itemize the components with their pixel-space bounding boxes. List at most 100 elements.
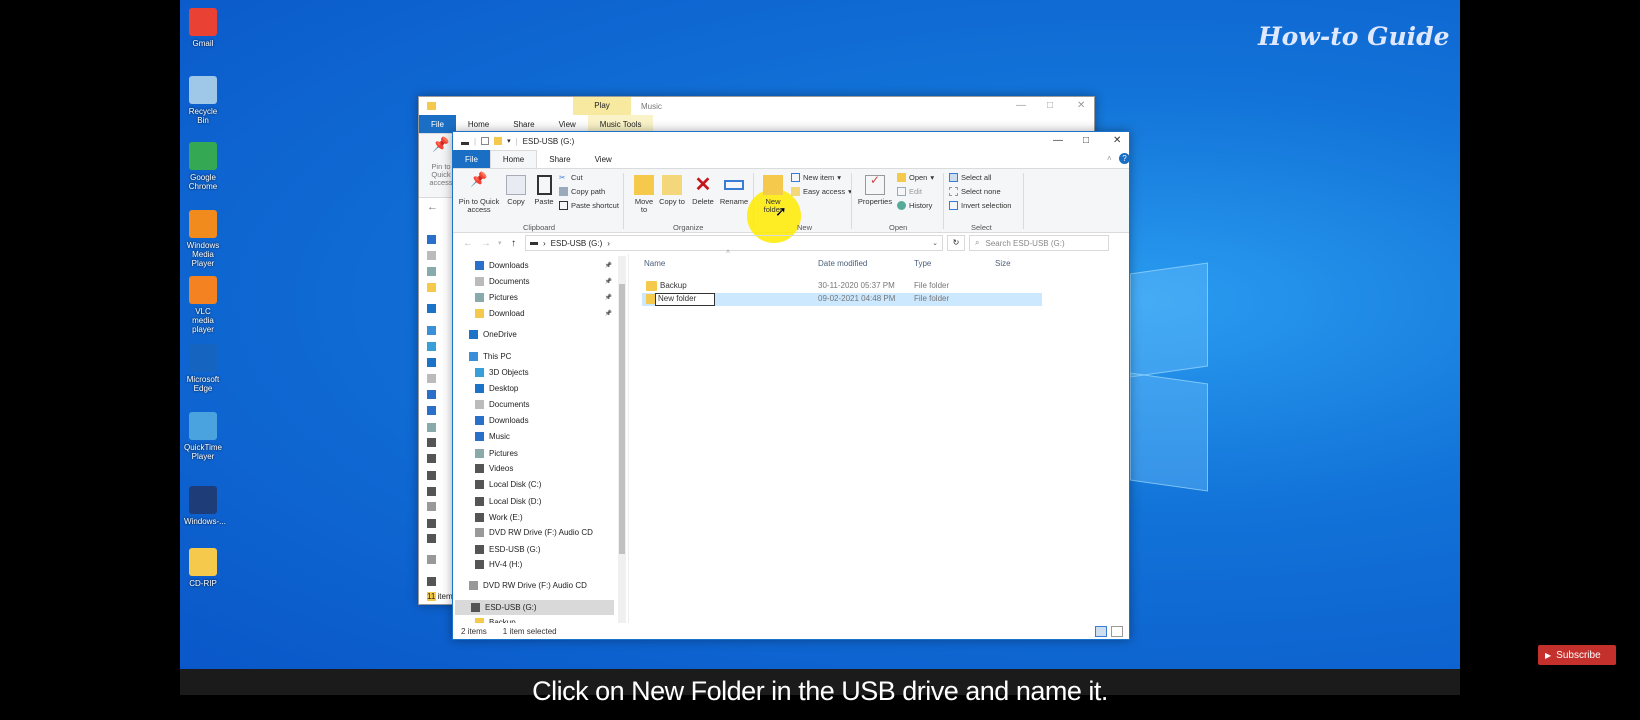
nav-item[interactable]: Videos xyxy=(453,461,614,476)
desktop-icon-cd-rip[interactable]: CD-RIP xyxy=(184,548,222,588)
maximize-button[interactable]: □ xyxy=(1083,135,1089,146)
document-icon xyxy=(427,251,436,260)
nav-item[interactable]: Download 📌 xyxy=(453,306,614,321)
open-button[interactable]: Open ▾ xyxy=(897,173,934,182)
delete-button[interactable]: ✕ Delete xyxy=(689,175,717,206)
tab-file[interactable]: File xyxy=(419,115,456,133)
folder-icon xyxy=(427,102,436,110)
invert-selection-button[interactable]: Invert selection xyxy=(949,201,1011,210)
play-contextual-tab[interactable]: Play xyxy=(573,97,631,115)
nav-item[interactable]: ESD-USB (G:) xyxy=(455,600,614,615)
select-none-button[interactable]: Select none xyxy=(949,187,1001,196)
desktop-icon-microsoft-edge[interactable]: Microsoft Edge xyxy=(184,344,222,393)
select-all-button[interactable]: Select all xyxy=(949,173,991,182)
properties-qat-icon[interactable] xyxy=(481,137,490,145)
cut-button[interactable]: ✂ Cut xyxy=(559,173,583,182)
paste-shortcut-button[interactable]: Paste shortcut xyxy=(559,201,619,210)
folder-icon xyxy=(475,309,484,318)
file-row[interactable]: Backup 30-11-2020 05:37 PM File folder xyxy=(642,280,1042,293)
tab-home[interactable]: Home xyxy=(489,150,538,168)
desktop-icon-vlc-media-player[interactable]: VLC media player xyxy=(184,276,222,334)
desktop-icon-gmail[interactable]: Gmail xyxy=(184,8,222,48)
qat-dropdown-icon[interactable]: ▾ xyxy=(507,137,511,145)
tab-share[interactable]: Share xyxy=(537,150,582,168)
close-button[interactable]: ✕ xyxy=(1077,100,1085,111)
collapse-ribbon-icon[interactable]: ˄ xyxy=(1107,154,1112,163)
desktop-icon-recycle-bin[interactable]: Recycle Bin xyxy=(184,76,222,125)
copy-button[interactable]: Copy xyxy=(503,175,529,206)
close-button[interactable]: ✕ xyxy=(1113,135,1121,146)
nav-item[interactable]: HV-4 (H:) xyxy=(453,557,614,572)
rename-input[interactable]: New folder xyxy=(655,293,715,306)
back-title-bar[interactable]: Play Music — □ ✕ xyxy=(419,97,1094,115)
nav-item[interactable]: Pictures xyxy=(453,446,614,461)
nav-item[interactable]: OneDrive xyxy=(453,327,614,342)
nav-item[interactable]: Local Disk (D:) xyxy=(453,494,614,509)
maximize-button[interactable]: □ xyxy=(1047,100,1053,111)
details-view-icon[interactable] xyxy=(1095,625,1107,637)
pin-to-quick-access-button[interactable]: 📌 Pin to Quick access xyxy=(457,172,501,214)
back-arrow-icon[interactable]: ← xyxy=(463,238,473,249)
desktop-icon-windows[interactable]: Windows-... xyxy=(184,486,226,526)
nav-item[interactable]: Music xyxy=(453,429,614,444)
search-input[interactable]: ⌕ Search ESD-USB (G:) xyxy=(969,235,1109,251)
up-arrow-icon[interactable]: ↑ xyxy=(511,238,516,249)
nav-item[interactable]: Backup xyxy=(453,615,614,623)
nav-item[interactable]: ESD-USB (G:) xyxy=(453,542,614,557)
title-bar[interactable]: | ▾ | ESD-USB (G:) — □ ✕ xyxy=(453,132,1129,150)
minimize-button[interactable]: — xyxy=(1016,100,1026,111)
nav-item[interactable]: Downloads xyxy=(453,413,614,428)
nav-item[interactable]: DVD RW Drive (F:) Audio CD xyxy=(453,525,614,540)
nav-item[interactable]: Documents 📌 xyxy=(453,274,614,289)
recent-dropdown-icon[interactable]: ▾ xyxy=(498,239,502,247)
rename-button[interactable]: Rename xyxy=(719,175,749,206)
nav-item[interactable]: Local Disk (C:) xyxy=(453,477,614,492)
tab-file[interactable]: File xyxy=(453,150,490,168)
subscribe-button[interactable]: ▶ Subscribe xyxy=(1538,645,1616,665)
history-button[interactable]: History xyxy=(897,201,932,210)
nav-item[interactable]: Downloads 📌 xyxy=(453,258,614,273)
new-folder-qat-icon[interactable] xyxy=(494,137,503,145)
desktop-icon-windows-media-player[interactable]: Windows Media Player xyxy=(184,210,222,268)
large-icons-view-icon[interactable] xyxy=(1111,625,1123,637)
nav-item[interactable]: Work (E:) xyxy=(453,510,614,525)
desktop-icon-label: Gmail xyxy=(192,39,214,48)
nav-item[interactable]: Desktop xyxy=(453,381,614,396)
file-row[interactable]: New folder 09-02-2021 04:48 PM File folder xyxy=(642,293,1042,306)
column-header-date-modified[interactable]: Date modified xyxy=(818,259,867,268)
explorer-window[interactable]: | ▾ | ESD-USB (G:) — □ ✕ File Home Share… xyxy=(452,131,1130,640)
help-icon[interactable]: ? xyxy=(1119,153,1130,164)
file-type: File folder xyxy=(914,281,950,290)
copy-path-button[interactable]: Copy path xyxy=(559,187,605,196)
nav-item[interactable]: Documents xyxy=(453,397,614,412)
minimize-button[interactable]: — xyxy=(1053,135,1063,146)
desktop-icon-quicktime-player[interactable]: QuickTime Player xyxy=(184,412,222,461)
pictures-icon xyxy=(427,267,436,276)
column-header-size[interactable]: Size xyxy=(995,259,1011,268)
address-bar[interactable]: › ESD-USB (G:) › ⌄ xyxy=(525,235,943,251)
edit-button[interactable]: Edit xyxy=(897,187,922,196)
refresh-icon[interactable]: ↻ xyxy=(947,235,965,251)
tab-view[interactable]: View xyxy=(583,150,624,168)
copy-to-button[interactable]: Copy to xyxy=(659,175,685,206)
new-item-button[interactable]: New item ▾ xyxy=(791,173,841,182)
scrollbar-thumb[interactable] xyxy=(619,284,625,554)
back-window-title: Music xyxy=(641,102,662,111)
breadcrumb-esd-usb[interactable]: ESD-USB (G:) xyxy=(551,239,603,248)
move-to-button[interactable]: Move to xyxy=(631,175,657,214)
address-dropdown-icon[interactable]: ⌄ xyxy=(932,239,938,247)
nav-item[interactable]: 3D Objects xyxy=(453,365,614,380)
easy-access-button[interactable]: Easy access ▾ xyxy=(791,187,852,196)
properties-button[interactable]: ✓ Properties xyxy=(857,174,893,206)
forward-arrow-icon[interactable]: → xyxy=(481,238,491,249)
column-header-name[interactable]: Name xyxy=(644,259,665,268)
navigation-pane[interactable]: Downloads 📌 Documents 📌 Pictures 📌 Download 📌 On… xyxy=(453,254,629,623)
back-arrow-icon[interactable]: ← xyxy=(427,201,438,213)
nav-item[interactable]: This PC xyxy=(453,349,614,364)
nav-item[interactable]: DVD RW Drive (F:) Audio CD xyxy=(453,578,614,593)
desktop-icon-google-chrome[interactable]: Google Chrome xyxy=(184,142,222,191)
nav-scrollbar[interactable] xyxy=(618,256,626,623)
nav-item[interactable]: Pictures 📌 xyxy=(453,290,614,305)
column-header-type[interactable]: Type xyxy=(914,259,931,268)
paste-button[interactable]: Paste xyxy=(531,175,557,206)
